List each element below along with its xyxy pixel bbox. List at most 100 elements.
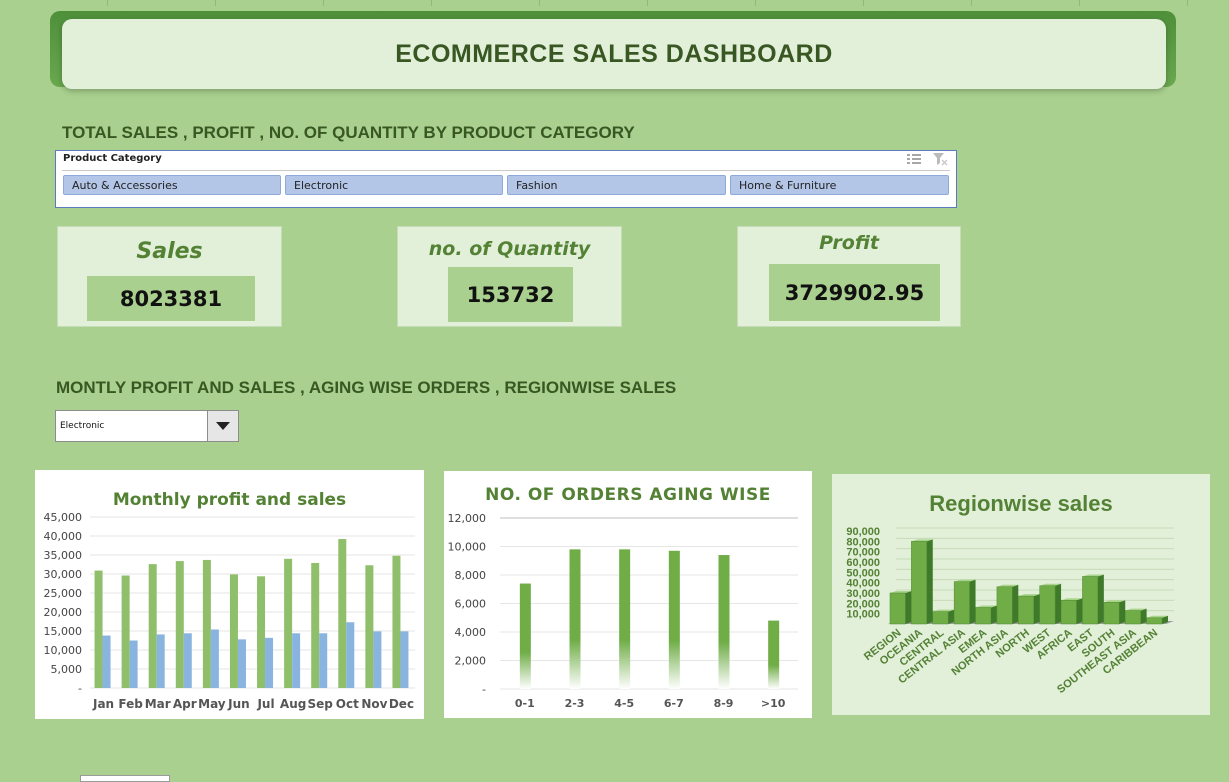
slicer-item-home-furniture[interactable]: Home & Furniture	[730, 175, 949, 195]
kpi-value-profit: 3729902.95	[769, 264, 940, 321]
y-tick-label: 90,000	[846, 526, 880, 538]
region-bar-side	[1119, 600, 1126, 624]
region-bar	[932, 611, 949, 625]
y-tick-label: 60,000	[846, 557, 880, 569]
y-tick-label: 45,000	[44, 511, 83, 524]
bar-series-2	[265, 637, 274, 688]
bar-series-2	[129, 640, 138, 688]
bar-series-2	[210, 629, 219, 688]
x-tick-label: Oct	[336, 697, 359, 711]
section-heading-category: TOTAL SALES , PROFIT , NO. OF QUANTITY B…	[62, 123, 635, 142]
bar-series-1	[202, 559, 211, 688]
dashboard-title: ECOMMERCE SALES DASHBOARD	[395, 39, 833, 68]
y-tick-label: 10,000	[44, 644, 83, 657]
region-bar-side	[905, 591, 912, 624]
chart-title: Regionwise sales	[929, 491, 1113, 516]
region-bar-side	[926, 539, 933, 624]
y-tick-label: 15,000	[44, 625, 83, 638]
dropdown-selected-value: Electronic	[60, 421, 105, 431]
dropdown-arrow-icon[interactable]	[207, 411, 238, 441]
region-bar-side	[969, 579, 976, 624]
y-tick-label: 10,000	[846, 609, 880, 621]
region-bar-side	[948, 609, 955, 624]
x-tick-label: Feb	[118, 697, 143, 711]
y-tick-label: 20,000	[44, 606, 83, 619]
slicer-item-fashion[interactable]: Fashion	[507, 175, 726, 195]
y-tick-label: 8,000	[455, 569, 487, 582]
kpi-card-quantity: no. of Quantity 153732	[397, 226, 622, 327]
y-tick-label: 5,000	[51, 663, 83, 676]
x-tick-label: Aug	[280, 697, 306, 711]
region-bar-side	[1012, 584, 1019, 624]
region-bar-side	[1055, 583, 1062, 624]
product-category-slicer[interactable]: Product Category Auto & Accessories Elec…	[55, 150, 957, 208]
slicer-item-electronic[interactable]: Electronic	[285, 175, 503, 195]
region-bar	[1060, 599, 1077, 625]
bar-series-1	[175, 561, 184, 688]
y-tick-label: 10,000	[448, 541, 487, 554]
title-banner: ECOMMERCE SALES DASHBOARD	[62, 19, 1166, 89]
y-tick-label: 12,000	[448, 512, 487, 525]
region-bar	[996, 586, 1013, 625]
bar-series-2	[400, 631, 409, 688]
multi-select-icon[interactable]	[906, 152, 922, 169]
bar-series-2	[346, 622, 355, 688]
kpi-value-quantity: 153732	[448, 267, 573, 322]
x-tick-label: Dec	[389, 697, 414, 711]
x-tick-label: Mar	[145, 697, 171, 711]
aging-bar	[569, 549, 581, 689]
kpi-card-profit: Profit 3729902.95	[737, 226, 961, 327]
bar-series-1	[338, 539, 347, 688]
region-bar	[1146, 617, 1163, 625]
y-tick-label: 6,000	[455, 598, 487, 611]
kpi-label-sales: Sales	[136, 239, 203, 264]
y-tick-label: 35,000	[44, 549, 83, 562]
region-bar-side	[1033, 594, 1040, 624]
category-dropdown[interactable]: Electronic	[55, 410, 239, 442]
y-tick-label: 4,000	[455, 626, 487, 639]
slicer-header: Product Category	[63, 153, 162, 164]
region-bar	[889, 592, 906, 625]
y-tick-label: 40,000	[846, 578, 880, 590]
aging-bar	[519, 583, 531, 689]
y-tick-label: 70,000	[846, 547, 880, 559]
aging-bar	[668, 550, 680, 689]
y-tick-label: 30,000	[44, 568, 83, 581]
region-bar	[953, 581, 970, 625]
sheet-tab[interactable]	[80, 775, 170, 782]
kpi-card-sales: Sales 8023381	[57, 226, 282, 327]
bar-series-1	[365, 565, 374, 688]
x-tick-label: May	[198, 697, 226, 711]
aging-bar	[619, 549, 631, 689]
clear-filter-icon[interactable]	[932, 152, 948, 169]
region-bar	[1103, 602, 1120, 625]
y-tick-label: 2,000	[455, 655, 487, 668]
y-tick-label: 50,000	[846, 567, 880, 579]
x-tick-label: Sep	[308, 697, 334, 711]
region-bar	[911, 541, 928, 625]
aging-bar	[718, 555, 730, 689]
y-tick-label: 80,000	[846, 536, 880, 548]
y-tick-label: -	[78, 682, 82, 695]
region-bar-side	[1097, 574, 1104, 624]
bar-series-2	[373, 631, 382, 688]
aging-chart-plot: - 2,000 4,000 6,000 8,000 10,000 12,000 0-1 2-3 4…	[448, 512, 798, 710]
bar-series-1	[148, 564, 157, 688]
region-bar-side	[990, 605, 997, 624]
y-tick-label: 20,000	[846, 598, 880, 610]
x-tick-label: >10	[761, 697, 786, 710]
bar-series-2	[319, 633, 328, 688]
x-tick-label: 2-3	[565, 697, 585, 710]
bar-series-2	[183, 633, 192, 688]
region-bar	[1018, 595, 1034, 625]
slicer-item-auto-accessories[interactable]: Auto & Accessories	[63, 175, 281, 195]
x-tick-label: 8-9	[714, 697, 734, 710]
x-tick-label: Jun	[227, 697, 250, 711]
y-tick-label: 25,000	[44, 587, 83, 600]
aging-bar	[768, 620, 780, 689]
region-bar	[975, 607, 992, 625]
bar-series-2	[237, 639, 246, 688]
chart-regionwise-sales: Regionwise sales 10,000 20,000 30,000 40,00…	[832, 474, 1210, 715]
x-tick-label: Apr	[173, 697, 197, 711]
region-bar	[1082, 576, 1099, 625]
